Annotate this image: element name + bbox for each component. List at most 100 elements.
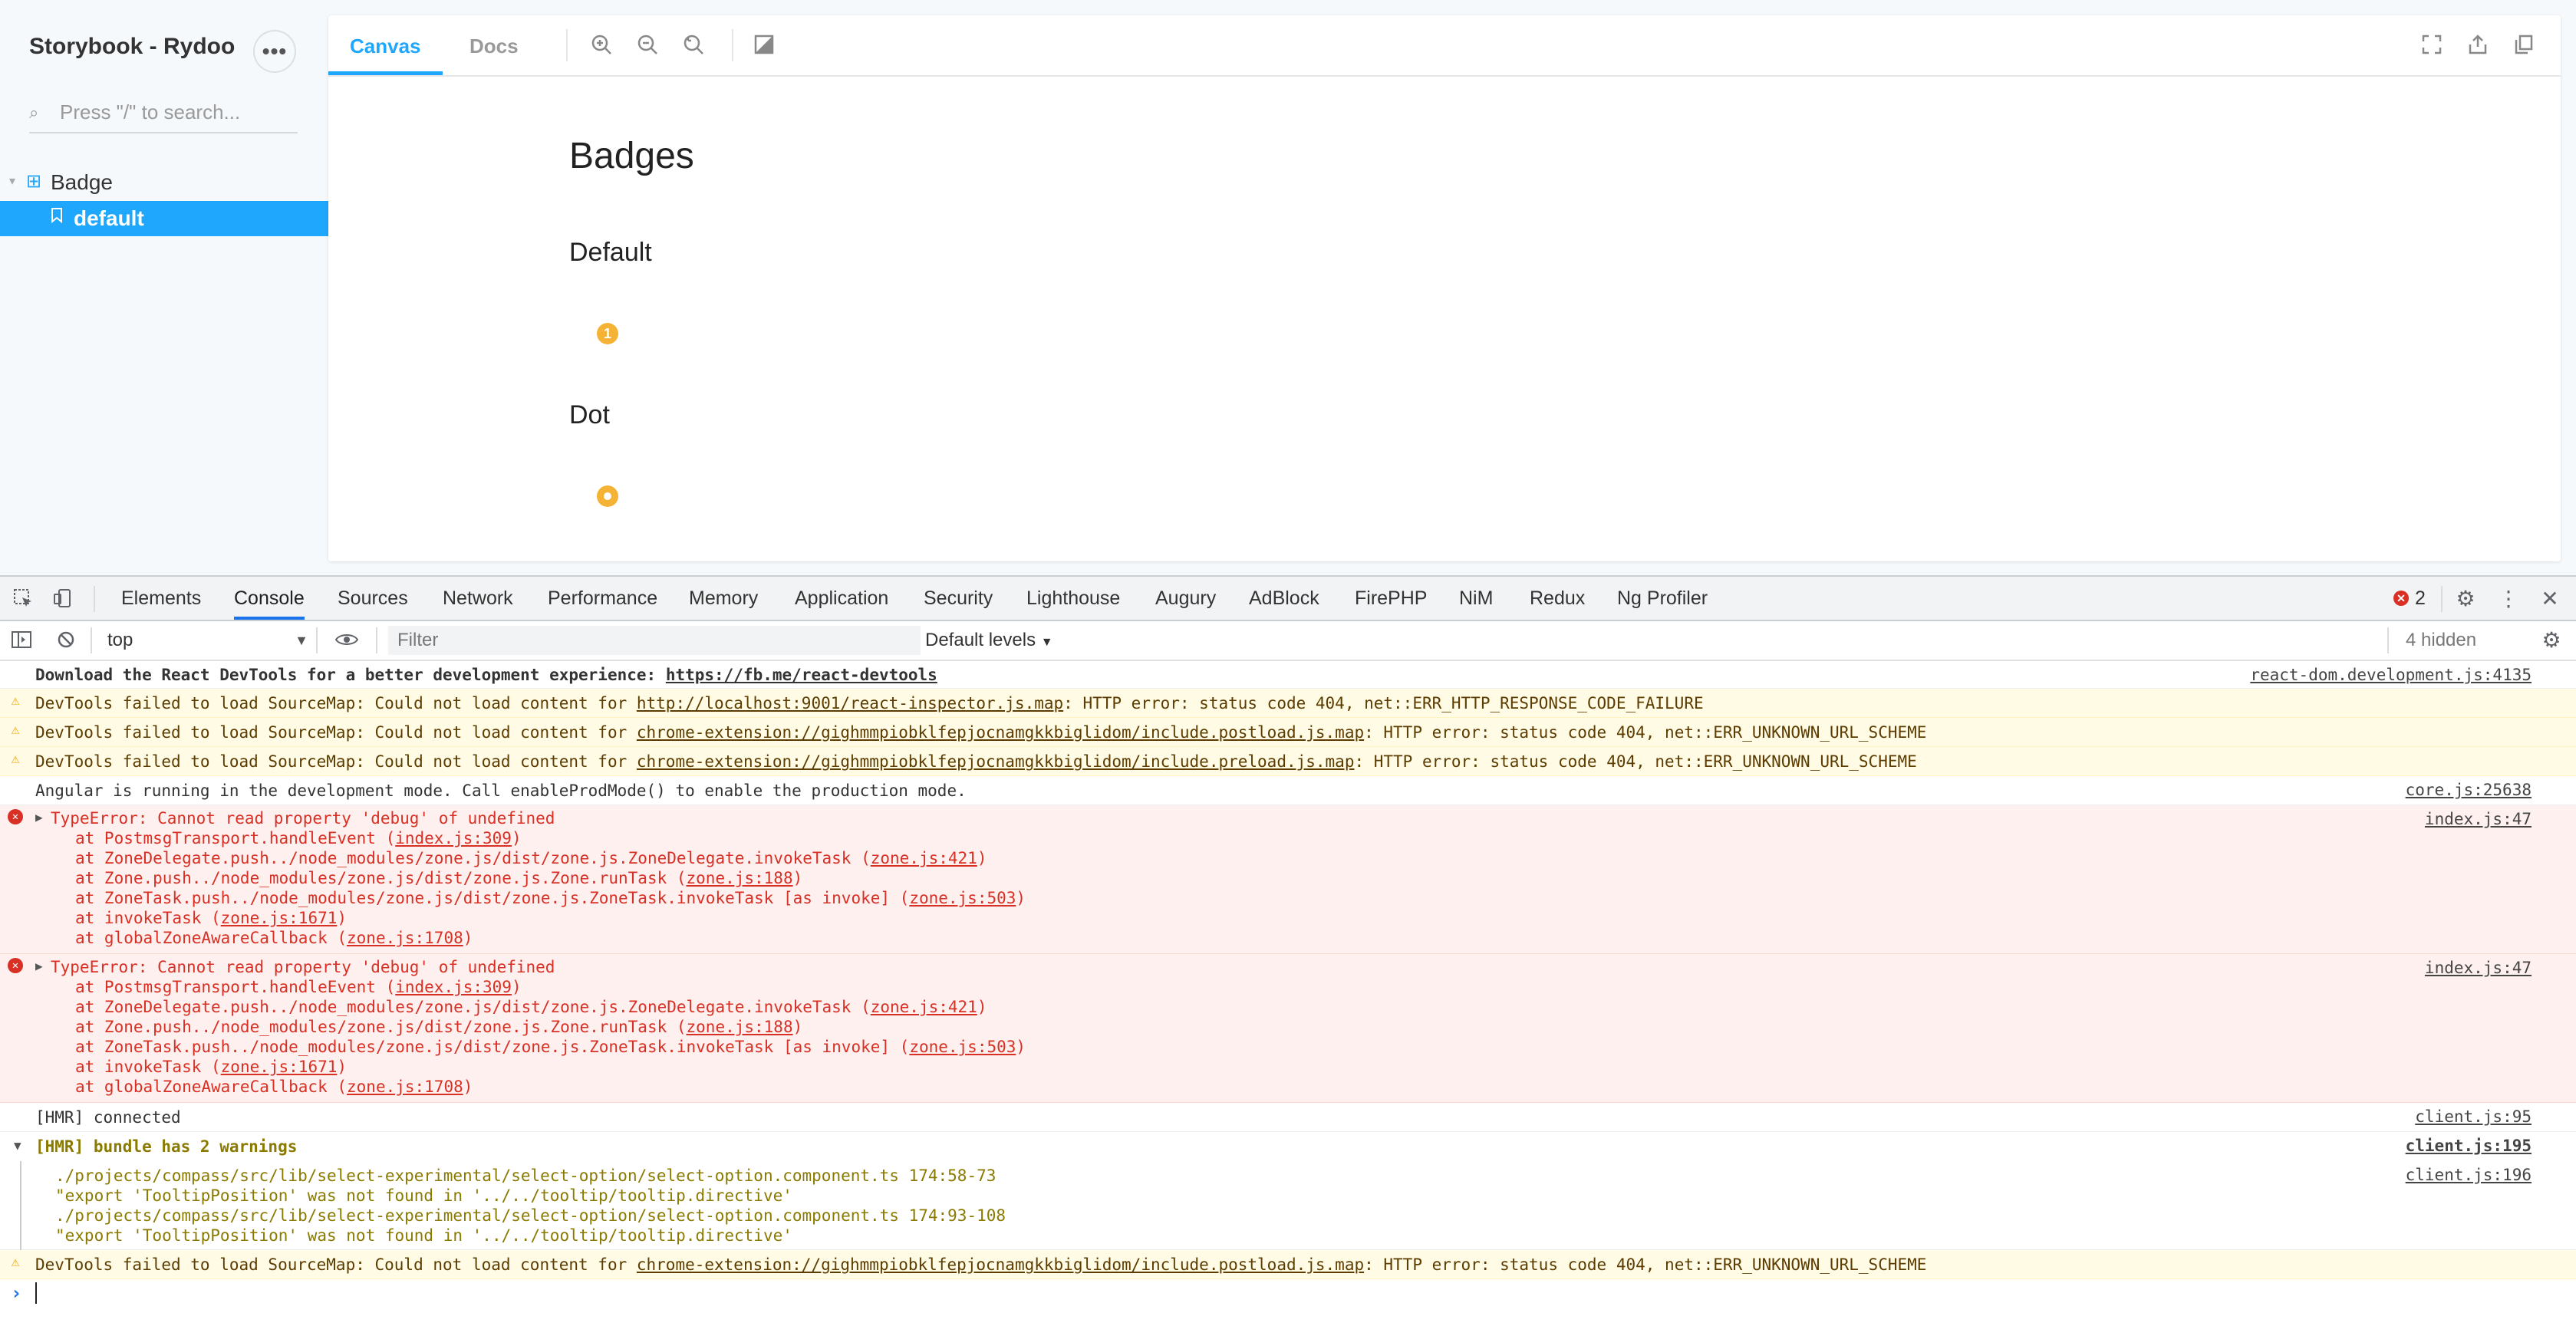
message-link[interactable]: chrome-extension://gighmmpiobklfepjocnam… (637, 723, 1364, 742)
filter-input[interactable] (388, 626, 921, 655)
message-text: "export 'TooltipPosition' was not found … (55, 1226, 792, 1245)
message-text: ./projects/compass/src/lib/select-experi… (55, 1206, 1006, 1225)
share-icon[interactable] (2464, 31, 2492, 58)
expand-triangle-icon[interactable]: ▶ (35, 810, 43, 824)
stack-frame: at Zone.push../node_modules/zone.js/dist… (75, 869, 803, 887)
error-count: 2 (2415, 587, 2426, 609)
tab-lighthouse[interactable]: Lighthouse (1026, 577, 1120, 620)
error-title: TypeError: Cannot read property 'debug' … (51, 809, 555, 828)
tab-elements[interactable]: Elements (121, 577, 201, 620)
console-message: [HMR] connected client.js:95 (0, 1103, 2576, 1132)
stack-frame: at ZoneTask.push../node_modules/zone.js/… (75, 889, 1026, 907)
source-link[interactable]: index.js:47 (2425, 810, 2532, 828)
message-text: DevTools failed to load SourceMap: Could… (35, 723, 1927, 742)
search-icon: ⌕ (29, 103, 39, 122)
search-input[interactable] (58, 100, 292, 125)
sidebar-search: ⌕ (29, 97, 298, 133)
message-link[interactable]: https://fb.me/react-devtools (666, 666, 937, 684)
stack-frame: at Zone.push../node_modules/zone.js/dist… (75, 1018, 803, 1036)
tab-performance[interactable]: Performance (548, 577, 657, 620)
tab-sources[interactable]: Sources (338, 577, 408, 620)
console-group-header[interactable]: ▼ [HMR] bundle has 2 warnings client.js:… (0, 1132, 2576, 1161)
background-toggle-icon[interactable] (750, 31, 778, 58)
warning-icon: ⚠ (11, 750, 20, 767)
sidebar-toggle-icon[interactable] (9, 627, 34, 652)
stack-frame: at PostmsgTransport.handleEvent (index.j… (75, 978, 522, 996)
tab-docs[interactable]: Docs (448, 15, 540, 75)
source-link[interactable]: client.js:95 (2415, 1107, 2532, 1126)
more-options-icon[interactable]: ⋮ (2496, 586, 2521, 610)
fullscreen-icon[interactable] (2418, 31, 2446, 58)
tab-nim[interactable]: NiM (1459, 577, 1493, 620)
error-counter[interactable]: ✕ 2 (2393, 586, 2426, 610)
message-text: Angular is running in the development mo… (35, 782, 967, 800)
caret-down-icon: ▾ (9, 175, 16, 188)
sidebar-item-label: default (74, 206, 144, 230)
tab-application[interactable]: Application (795, 577, 888, 620)
eye-icon[interactable] (334, 627, 359, 652)
console-prompt[interactable]: › (0, 1275, 2576, 1311)
zoom-out-icon[interactable] (634, 31, 661, 58)
text-cursor (35, 1282, 37, 1304)
stack-frame: at globalZoneAwareCallback (zone.js:1708… (75, 1078, 473, 1096)
source-link[interactable]: react-dom.development.js:4135 (2250, 666, 2532, 684)
error-title: TypeError: Cannot read property 'debug' … (51, 958, 555, 976)
device-toolbar-icon[interactable] (51, 586, 75, 610)
console-warning: ⚠ DevTools failed to load SourceMap: Cou… (0, 747, 2576, 776)
console-settings-icon[interactable]: ⚙ (2539, 627, 2564, 652)
sidebar-item-default[interactable]: default (0, 201, 328, 236)
prompt-chevron-icon: › (11, 1282, 22, 1304)
storybook-preview: Canvas Docs Badges Default 1 Dot (328, 15, 2561, 561)
bookmark-icon (51, 208, 63, 228)
tab-console[interactable]: Console (234, 577, 305, 620)
error-icon: ✕ (8, 958, 23, 973)
component-icon: ⊞ (26, 171, 42, 192)
tab-redux[interactable]: Redux (1530, 577, 1585, 620)
message-text: Download the React DevTools for a better… (35, 666, 937, 684)
devtools-panel: Elements Console Sources Network Perform… (0, 575, 2576, 1336)
inspect-element-icon[interactable] (11, 586, 35, 610)
message-link[interactable]: chrome-extension://gighmmpiobklfepjocnam… (637, 1255, 1364, 1274)
message-link[interactable]: http://localhost:9001/react-inspector.js… (637, 694, 1063, 712)
stack-frame: at globalZoneAwareCallback (zone.js:1708… (75, 929, 473, 947)
source-link[interactable]: client.js:196 (2406, 1166, 2532, 1184)
sidebar-item-label: Badge (51, 170, 113, 194)
sidebar-menu-button[interactable]: ••• (253, 30, 296, 73)
toolbar-divider (566, 29, 568, 61)
message-link[interactable]: chrome-extension://gighmmpiobklfepjocnam… (637, 752, 1355, 771)
source-link[interactable]: core.js:25638 (2406, 781, 2532, 799)
copy-link-icon[interactable] (2510, 31, 2538, 58)
source-link[interactable]: client.js:195 (2406, 1137, 2532, 1155)
hidden-messages-count: 4 hidden (2406, 630, 2477, 650)
clear-console-icon[interactable] (54, 627, 78, 652)
tab-canvas[interactable]: Canvas (328, 15, 443, 75)
log-levels-dropdown[interactable]: Default levels ▼ (925, 626, 1053, 657)
tab-network[interactable]: Network (443, 577, 513, 620)
close-icon[interactable]: ✕ (2538, 586, 2562, 610)
error-icon: ✕ (8, 809, 23, 824)
settings-gear-icon[interactable]: ⚙ (2453, 586, 2478, 610)
message-text: DevTools failed to load SourceMap: Could… (35, 1255, 1927, 1274)
tab-memory[interactable]: Memory (689, 577, 758, 620)
context-select[interactable]: top ▼ (100, 626, 315, 655)
expand-triangle-icon[interactable]: ▶ (35, 959, 43, 973)
console-warning: ⚠ DevTools failed to load SourceMap: Cou… (0, 689, 2576, 718)
tab-ng-profiler[interactable]: Ng Profiler (1617, 577, 1708, 620)
source-link[interactable]: index.js:47 (2425, 959, 2532, 977)
console-output: Download the React DevTools for a better… (0, 661, 2576, 1336)
tab-augury[interactable]: Augury (1155, 577, 1216, 620)
sidebar-item-badge[interactable]: ▾ ⊞ Badge (0, 167, 328, 199)
tab-security[interactable]: Security (924, 577, 993, 620)
zoom-reset-icon[interactable] (680, 31, 707, 58)
zoom-in-icon[interactable] (588, 31, 615, 58)
expand-triangle-icon[interactable]: ▼ (14, 1138, 21, 1153)
console-filter-bar: top ▼ Default levels ▼ 4 hidden ⚙ (0, 621, 2576, 661)
stack-frame: at invokeTask (zone.js:1671) (75, 909, 348, 927)
tab-firephp[interactable]: FirePHP (1355, 577, 1427, 620)
console-message: Angular is running in the development mo… (0, 776, 2576, 805)
tab-adblock[interactable]: AdBlock (1249, 577, 1319, 620)
log-levels-label: Default levels (925, 630, 1036, 650)
stack-frame: at invokeTask (zone.js:1671) (75, 1058, 348, 1076)
message-text: DevTools failed to load SourceMap: Could… (35, 752, 1917, 771)
filter-divider (91, 627, 92, 653)
